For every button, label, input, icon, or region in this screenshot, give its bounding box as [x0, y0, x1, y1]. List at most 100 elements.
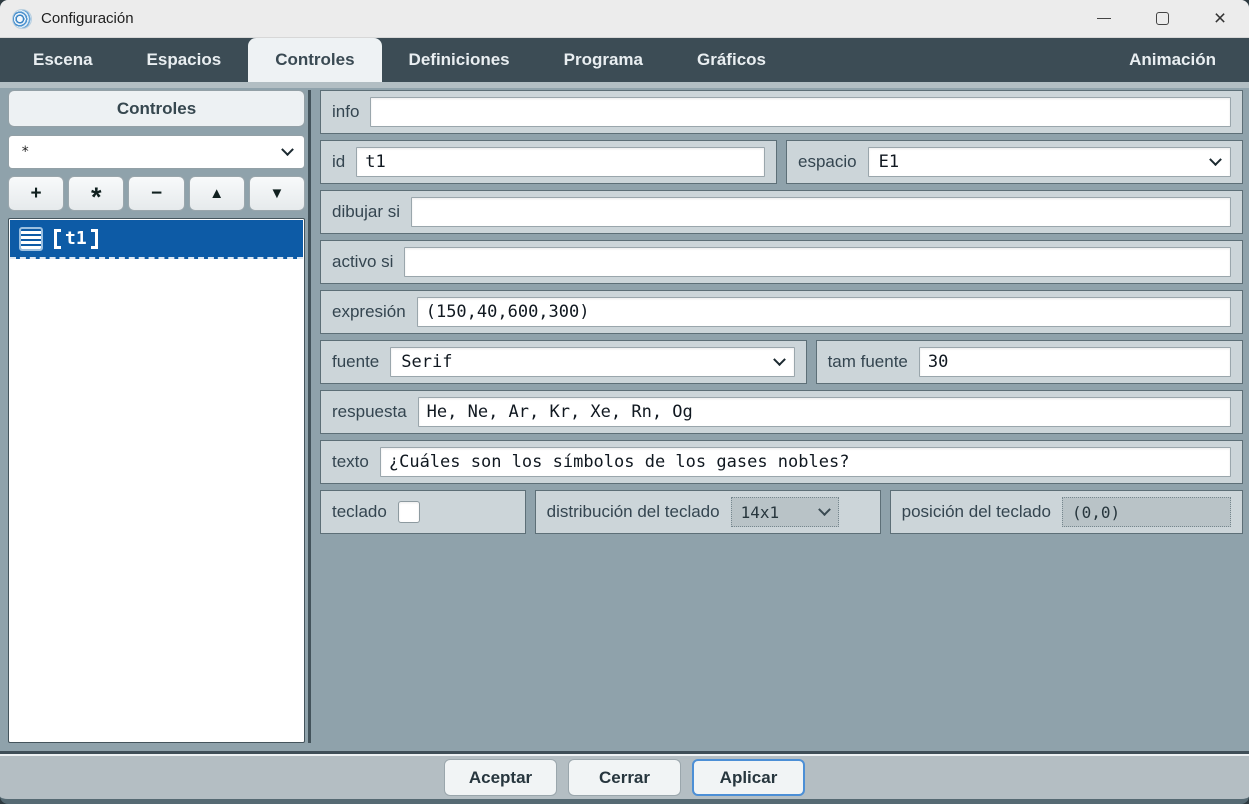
distribucion-label: distribución del teclado — [547, 502, 720, 522]
duplicate-control-button[interactable]: * — [68, 176, 124, 211]
tab-bar: Escena Espacios Controles Definiciones P… — [0, 38, 1249, 82]
texto-box: texto — [320, 440, 1243, 484]
posicion-value: (0,0) — [1072, 503, 1120, 522]
activo-si-box: activo si — [320, 240, 1243, 284]
respuesta-label: respuesta — [332, 402, 407, 422]
dibujar-si-input[interactable] — [411, 197, 1231, 227]
distribucion-select-disabled: 14x1 — [731, 497, 839, 527]
texto-label: texto — [332, 452, 369, 472]
list-item-id: t1 — [65, 228, 87, 249]
panel-separator — [308, 90, 311, 743]
fuente-select[interactable]: Serif — [390, 347, 794, 377]
controls-sidebar: Controles * + * − ▲ ▼ t1 — [8, 90, 305, 743]
fuente-value: Serif — [401, 352, 766, 372]
tab-definiciones[interactable]: Definiciones — [382, 38, 537, 82]
info-box: info — [320, 90, 1243, 134]
row-activo-si: activo si — [320, 240, 1243, 284]
add-control-button[interactable]: + — [8, 176, 64, 211]
aplicar-button[interactable]: Aplicar — [692, 759, 805, 796]
respuesta-box: respuesta — [320, 390, 1243, 434]
aceptar-button[interactable]: Aceptar — [444, 759, 557, 796]
controls-toolbar: + * − ▲ ▼ — [8, 176, 305, 211]
dibujar-si-label: dibujar si — [332, 202, 400, 222]
tab-animacion[interactable]: Animación — [1102, 38, 1243, 82]
minimize-icon — [1097, 18, 1111, 19]
controls-filter-value: * — [21, 144, 275, 160]
expresion-input[interactable] — [417, 297, 1231, 327]
text-control-icon — [19, 227, 43, 251]
plus-icon: + — [31, 184, 42, 203]
list-item-label: t1 — [54, 228, 98, 249]
expresion-box: expresión — [320, 290, 1243, 334]
tab-espacios[interactable]: Espacios — [120, 38, 249, 82]
close-button[interactable]: × — [1191, 0, 1249, 37]
expresion-label: expresión — [332, 302, 406, 322]
row-texto: texto — [320, 440, 1243, 484]
activo-si-label: activo si — [332, 252, 393, 272]
chevron-down-icon — [281, 143, 294, 156]
row-id-espacio: id espacio E1 — [320, 140, 1243, 184]
tam-fuente-box: tam fuente — [816, 340, 1243, 384]
arrow-down-icon: ▼ — [269, 186, 284, 201]
controls-panel-header: Controles — [8, 90, 305, 127]
row-expresion: expresión — [320, 290, 1243, 334]
tab-controles[interactable]: Controles — [248, 38, 381, 82]
id-label: id — [332, 152, 345, 172]
posicion-label: posición del teclado — [902, 502, 1051, 522]
distribucion-value: 14x1 — [741, 503, 812, 522]
list-item-t1-selected[interactable]: t1 — [10, 220, 303, 259]
app-logo-icon — [12, 9, 32, 29]
controls-filter-select[interactable]: * — [8, 135, 305, 169]
footer-bar: Aceptar Cerrar Aplicar — [0, 754, 1249, 799]
tab-graficos[interactable]: Gráficos — [670, 38, 793, 82]
id-input[interactable] — [356, 147, 765, 177]
espacio-box: espacio E1 — [786, 140, 1243, 184]
espacio-label: espacio — [798, 152, 857, 172]
row-dibujar-si: dibujar si — [320, 190, 1243, 234]
respuesta-input[interactable] — [418, 397, 1231, 427]
chevron-down-icon — [818, 503, 831, 516]
minimize-button[interactable] — [1075, 0, 1133, 37]
chevron-down-icon — [773, 353, 786, 366]
fuente-box: fuente Serif — [320, 340, 807, 384]
controls-list: t1 — [8, 218, 305, 743]
maximize-button[interactable] — [1133, 0, 1191, 37]
right-bracket-decoration — [91, 229, 98, 249]
move-down-button[interactable]: ▼ — [249, 176, 305, 211]
teclado-checkbox[interactable] — [398, 501, 420, 523]
texto-input[interactable] — [380, 447, 1231, 477]
control-properties-form: info id espacio E1 — [320, 90, 1243, 743]
tam-fuente-input[interactable] — [919, 347, 1231, 377]
tab-escena[interactable]: Escena — [6, 38, 120, 82]
titlebar: Configuración × — [0, 0, 1249, 38]
maximize-icon — [1156, 12, 1169, 25]
dibujar-si-box: dibujar si — [320, 190, 1243, 234]
info-label: info — [332, 102, 359, 122]
chevron-down-icon — [1209, 153, 1222, 166]
tab-programa[interactable]: Programa — [537, 38, 670, 82]
posicion-field-disabled: (0,0) — [1062, 497, 1231, 527]
minus-icon: − — [151, 184, 162, 203]
espacio-select[interactable]: E1 — [868, 147, 1231, 177]
asterisk-icon: * — [91, 184, 102, 211]
window-title: Configuración — [41, 10, 134, 27]
teclado-box: teclado — [320, 490, 526, 534]
remove-control-button[interactable]: − — [128, 176, 184, 211]
row-info: info — [320, 90, 1243, 134]
close-icon: × — [1214, 8, 1226, 29]
configuration-window: Configuración × Escena Espacios Controle… — [0, 0, 1249, 804]
activo-si-input[interactable] — [404, 247, 1231, 277]
info-input[interactable] — [370, 97, 1231, 127]
distribucion-box: distribución del teclado 14x1 — [535, 490, 881, 534]
content-area: Controles * + * − ▲ ▼ t1 — [0, 82, 1249, 754]
window-controls: × — [1075, 0, 1249, 37]
tam-fuente-label: tam fuente — [828, 352, 908, 372]
espacio-value: E1 — [879, 152, 1203, 172]
left-bracket-decoration — [54, 229, 61, 249]
cerrar-button[interactable]: Cerrar — [568, 759, 681, 796]
row-fuente: fuente Serif tam fuente — [320, 340, 1243, 384]
teclado-label: teclado — [332, 502, 387, 522]
move-up-button[interactable]: ▲ — [189, 176, 245, 211]
row-teclado: teclado distribución del teclado 14x1 po… — [320, 490, 1243, 534]
row-respuesta: respuesta — [320, 390, 1243, 434]
